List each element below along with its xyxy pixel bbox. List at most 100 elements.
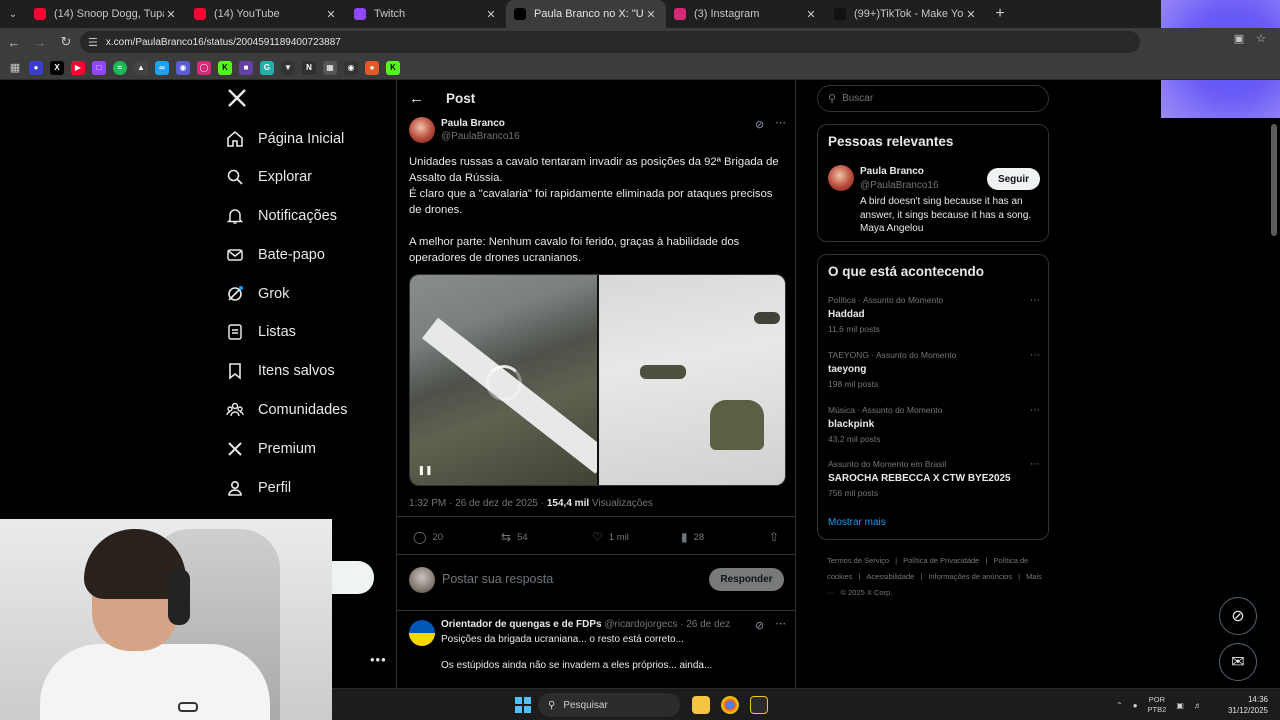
nav-item-8[interactable]: Premium bbox=[224, 435, 316, 463]
nav-item-5[interactable]: Listas bbox=[224, 318, 296, 346]
tab-1[interactable]: (14) YouTube ✕ bbox=[186, 0, 346, 28]
nav-item-9[interactable]: Perfil bbox=[224, 474, 291, 502]
video-player[interactable]: ❚❚ bbox=[409, 274, 786, 486]
reply-input[interactable]: Postar sua resposta bbox=[442, 572, 553, 586]
avatar[interactable] bbox=[409, 117, 435, 143]
bookmark-icon[interactable]: ▶ bbox=[71, 60, 85, 75]
trend-item[interactable]: Música · Assunto do Momento blackpink 43,2… bbox=[828, 405, 1040, 444]
microphone-icon[interactable]: ● bbox=[1133, 701, 1138, 710]
more-icon[interactable]: ⋯ bbox=[1030, 350, 1040, 361]
tab-search-chevron-icon[interactable]: ⌄ bbox=[0, 0, 26, 28]
follow-button[interactable]: Seguir bbox=[987, 168, 1040, 190]
trend-item[interactable]: Política · Assunto do Momento Haddad 11,6 … bbox=[828, 295, 1040, 334]
bookmark-icon[interactable]: ◉ bbox=[176, 60, 190, 75]
close-icon[interactable]: ✕ bbox=[324, 8, 338, 21]
bookmark-icon[interactable]: ∞ bbox=[155, 60, 169, 75]
star-icon[interactable]: ☆ bbox=[1256, 32, 1266, 45]
like-button[interactable]: ♡ 1 mil bbox=[592, 530, 629, 544]
tab-2[interactable]: Twitch ✕ bbox=[346, 0, 506, 28]
show-more-link[interactable]: Mostrar mais bbox=[828, 517, 886, 528]
bookmark-icon[interactable]: ■ bbox=[239, 60, 253, 75]
grok-icon[interactable]: ⊘ bbox=[755, 118, 764, 131]
bookmark-icon[interactable]: ▦ bbox=[323, 60, 337, 75]
apps-grid-icon[interactable]: ▦ bbox=[8, 61, 22, 75]
reply-author-handle[interactable]: @ricardojorgecs · 26 de dez bbox=[604, 619, 730, 630]
back-icon[interactable]: ← bbox=[2, 35, 26, 50]
back-arrow-icon[interactable]: ← bbox=[409, 90, 424, 107]
bookmark-icon[interactable]: ▲ bbox=[134, 60, 148, 75]
messages-float-button[interactable]: ✉ bbox=[1219, 643, 1257, 681]
nav-item-2[interactable]: Notificações bbox=[224, 202, 337, 230]
nav-item-0[interactable]: Página Inicial bbox=[224, 125, 344, 153]
close-icon[interactable]: ✕ bbox=[644, 8, 658, 21]
new-tab-button[interactable]: + bbox=[986, 5, 1014, 23]
more-icon[interactable]: ⋯ bbox=[775, 617, 786, 630]
bookmark-icon[interactable]: G bbox=[260, 60, 274, 75]
relevant-handle[interactable]: @PaulaBranco16 bbox=[860, 180, 939, 191]
trend-item[interactable]: TAEYONG · Assunto do Momento taeyong 198 m… bbox=[828, 350, 1040, 389]
close-icon[interactable]: ✕ bbox=[484, 8, 498, 21]
site-info-icon[interactable]: ☰ bbox=[88, 36, 98, 49]
bookmark-icon[interactable]: ▼ bbox=[281, 60, 295, 75]
repost-button[interactable]: ⇆ 54 bbox=[501, 530, 528, 544]
bookmark-icon[interactable]: ≈ bbox=[113, 60, 127, 75]
nav-item-7[interactable]: Comunidades bbox=[224, 396, 347, 424]
bookmark-icon[interactable]: ● bbox=[365, 60, 379, 75]
author-handle[interactable]: @PaulaBranco16 bbox=[441, 131, 520, 142]
post-button[interactable] bbox=[330, 561, 374, 594]
tab-4[interactable]: (3) Instagram ✕ bbox=[666, 0, 826, 28]
bookmark-icon[interactable]: K bbox=[386, 60, 400, 75]
more-icon[interactable]: ⋯ bbox=[1030, 405, 1040, 416]
timestamp[interactable]: 1:32 PM · 26 de dez de 2025 · bbox=[409, 498, 547, 509]
avatar[interactable] bbox=[828, 165, 854, 191]
reply-button[interactable]: ◯ 20 bbox=[413, 530, 443, 544]
chrome-icon[interactable] bbox=[721, 696, 739, 714]
footer-link[interactable]: Termos de Serviço bbox=[827, 556, 889, 565]
close-icon[interactable]: ✕ bbox=[964, 8, 978, 21]
trend-item[interactable]: Assunto do Momento em Brasil SAROCHA REBE… bbox=[828, 459, 1040, 498]
tab-5[interactable]: (99+)TikTok - Make Your Day✕ bbox=[826, 0, 986, 28]
grok-float-button[interactable]: ⊘ bbox=[1219, 597, 1257, 635]
tab-0[interactable]: (14) Snoop Dogg, Tupac, Nate✕ bbox=[26, 0, 186, 28]
bookmark-button[interactable]: ▮ 28 bbox=[681, 530, 704, 544]
bookmark-icon[interactable]: ◯ bbox=[197, 60, 211, 75]
chevron-up-icon[interactable]: ⌃ bbox=[1116, 701, 1123, 710]
forward-icon[interactable]: → bbox=[28, 35, 52, 50]
clock[interactable]: 14:36 31/12/2025 bbox=[1228, 694, 1268, 716]
nav-item-1[interactable]: Explorar bbox=[224, 163, 312, 191]
footer-link[interactable]: Acessibilidade bbox=[866, 572, 914, 581]
bookmark-icon[interactable]: ● bbox=[29, 60, 43, 75]
relevant-name[interactable]: Paula Branco bbox=[860, 166, 924, 177]
install-icon[interactable]: ▣ bbox=[1234, 32, 1244, 45]
file-explorer-icon[interactable] bbox=[692, 696, 710, 714]
grok-icon[interactable]: ⊘ bbox=[755, 619, 764, 632]
windows-start-icon[interactable] bbox=[515, 697, 531, 713]
avatar[interactable] bbox=[409, 620, 435, 646]
bookmark-icon[interactable]: N bbox=[302, 60, 316, 75]
share-button[interactable]: ⇧ bbox=[769, 530, 785, 544]
tab-3[interactable]: Paula Branco no X: "Unidades r✕ bbox=[506, 0, 666, 28]
scrollbar-thumb[interactable] bbox=[1271, 124, 1277, 236]
pause-icon[interactable]: ❚❚ bbox=[417, 463, 432, 477]
nav-item-3[interactable]: Bate-papo bbox=[224, 241, 325, 269]
more-options-icon[interactable]: ••• bbox=[370, 652, 387, 667]
more-icon[interactable]: ⋯ bbox=[1030, 295, 1040, 306]
reply-submit-button[interactable]: Responder bbox=[709, 568, 784, 591]
volume-icon[interactable]: ♬ bbox=[1194, 701, 1202, 710]
more-icon[interactable]: ⋯ bbox=[1030, 459, 1040, 470]
search-input[interactable]: ⚲ Buscar bbox=[817, 85, 1049, 112]
close-icon[interactable]: ✕ bbox=[164, 8, 178, 21]
author-name[interactable]: Paula Branco bbox=[441, 118, 505, 129]
bookmark-icon[interactable]: ◉ bbox=[344, 60, 358, 75]
more-icon[interactable]: ⋯ bbox=[775, 116, 786, 129]
reply-author-name[interactable]: Orientador de quengas e de FDPs bbox=[441, 619, 602, 630]
x-logo-icon[interactable] bbox=[227, 88, 247, 108]
footer-link[interactable]: Informações de anúncios bbox=[928, 572, 1012, 581]
nav-item-4[interactable]: Grok bbox=[224, 280, 289, 308]
address-bar[interactable]: ☰ x.com/PaulaBranco16/status/20045911894… bbox=[80, 31, 1140, 53]
network-icon[interactable]: ▣ bbox=[1176, 701, 1184, 710]
app-icon[interactable] bbox=[750, 696, 768, 714]
language-indicator[interactable]: POR PTB2 bbox=[1148, 695, 1167, 715]
bookmark-icon[interactable]: □ bbox=[92, 60, 106, 75]
taskbar-search[interactable]: ⚲ Pesquisar bbox=[538, 693, 680, 717]
